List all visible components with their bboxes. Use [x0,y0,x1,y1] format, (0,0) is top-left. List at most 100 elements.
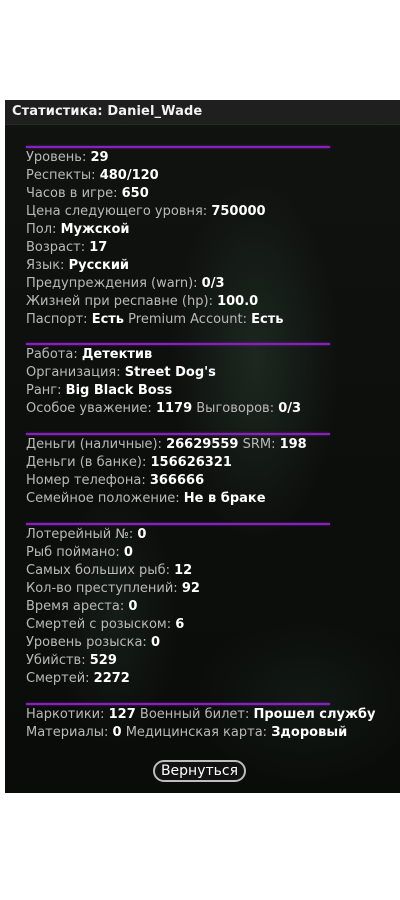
stat-row: Семейное положение: Не в браке [26,490,396,508]
stat-row: Деньги (наличные): 26629559 SRM: 198 [26,436,396,454]
stat-label: Рыб поймано: [26,545,124,560]
stat-row: Работа: Детектив [26,346,396,364]
stat-value: 198 [279,437,307,452]
stat-label: Самых больших рыб: [26,563,175,578]
stat-value: 750000 [211,204,266,219]
stat-row: Паспорт: Есть Premium Account: Есть [26,311,396,329]
dialog-title: Статистика: Daniel_Wade [12,104,203,119]
stat-row: Кол-во преступлений: 92 [26,580,396,598]
stat-value: 0 [128,599,138,614]
stat-label: Работа: [26,347,82,362]
stat-row: Уровень: 29 [26,149,396,167]
stat-value: 0 [150,635,160,650]
section-separator [26,703,330,705]
stat-label: Язык: [26,258,69,273]
stat-value: Есть [91,312,125,327]
stat-label: Часов в игре: [26,186,122,201]
stat-row: Респекты: 480/120 [26,167,396,185]
stat-value: Big Black Boss [65,383,173,398]
section-finances: Деньги (наличные): 26629559 SRM: 198 День… [26,436,396,508]
stat-value: Street Dog's [124,365,216,380]
stat-row: Смертей: 2272 [26,670,396,688]
stat-row: Деньги (в банке): 156626321 [26,454,396,472]
section-separator [26,523,330,525]
stats-dialog: Статистика: Daniel_Wade Уровень: 29 Респе… [5,100,400,793]
stat-label: Предупреждения (warn): [26,276,202,291]
stat-value: 6 [175,617,185,632]
stat-label: Наркотики: [26,707,109,722]
stat-label: Время ареста: [26,599,129,614]
stat-label: Уровень: [26,150,91,165]
stat-row: Номер телефона: 366666 [26,472,396,490]
section-activity: Лотерейный №: 0 Рыб поймано: 0 Самых больш… [26,526,396,688]
stat-label: Лотерейный №: [26,527,138,542]
stat-value: 1179 [155,401,193,416]
stat-label: Военный билет: [135,707,254,722]
stat-value: 480/120 [99,168,159,183]
back-button[interactable]: Вернуться [153,760,246,782]
stat-label: Выговоров: [192,401,279,416]
stat-row: Предупреждения (warn): 0/3 [26,275,396,293]
stat-row: Пол: Мужской [26,221,396,239]
stat-label: Паспорт: [26,312,92,327]
stat-value: Русский [68,258,130,273]
stat-value: 650 [121,186,149,201]
stat-label: Кол-во преступлений: [26,581,182,596]
stat-label: Убийств: [26,653,90,668]
stat-row: Уровень розыска: 0 [26,634,396,652]
stat-label: Ранг: [26,383,66,398]
stat-row: Самых больших рыб: 12 [26,562,396,580]
stat-label: Смертей с розыском: [26,617,176,632]
stat-value: 0 [137,527,147,542]
stat-value: Не в браке [183,491,266,506]
stat-label: Жизней при респавне (hp): [26,294,218,309]
stat-label: Семейное положение: [26,491,184,506]
stat-value: 0/3 [278,401,302,416]
stat-label: Материалы: [26,725,113,740]
section-character: Уровень: 29 Респекты: 480/120 Часов в игре… [26,149,396,329]
dialog-titlebar: Статистика: Daniel_Wade [5,100,400,125]
section-separator [26,433,330,435]
stat-value: 29 [90,150,109,165]
stat-label: Уровень розыска: [26,635,151,650]
stat-row: Ранг: Big Black Boss [26,382,396,400]
stat-value: 127 [108,707,136,722]
stat-row: Возраст: 17 [26,239,396,257]
stat-value: 156626321 [150,455,232,470]
stat-value: 17 [89,240,108,255]
section-separator [26,343,330,345]
stat-value: 92 [181,581,200,596]
stat-value: 0 [112,725,122,740]
stat-row: Смертей с розыском: 6 [26,616,396,634]
stat-label: Premium Account: [124,312,252,327]
stat-value: 100.0 [217,294,259,309]
stat-label: Номер телефона: [26,473,150,488]
stat-row: Жизней при респавне (hp): 100.0 [26,293,396,311]
stat-value: Детектив [81,347,153,362]
stat-value: 529 [89,653,117,668]
stat-value: 0/3 [201,276,225,291]
stat-row: Язык: Русский [26,257,396,275]
stat-label: Особое уважение: [26,401,156,416]
section-job: Работа: Детектив Организация: Street Dog'… [26,346,396,418]
stat-value: 366666 [149,473,205,488]
stat-value: 26629559 [166,437,239,452]
stat-label: SRM: [238,437,280,452]
stat-row: Время ареста: 0 [26,598,396,616]
stat-row: Наркотики: 127 Военный билет: Прошел слу… [26,706,396,724]
stat-value: Есть [251,312,284,327]
stat-value: 2272 [93,671,130,686]
stat-value: Прошел службу [253,707,376,722]
stat-label: Пол: [26,222,61,237]
stat-row: Материалы: 0 Медицинская карта: Здоровый [26,724,396,742]
stat-label: Респекты: [26,168,100,183]
stat-label: Организация: [26,365,125,380]
stat-value: 0 [123,545,133,560]
stat-label: Цена следующего уровня: [26,204,212,219]
section-separator [26,146,330,148]
stat-value: Мужской [60,222,130,237]
stat-label: Деньги (в банке): [26,455,151,470]
section-items: Наркотики: 127 Военный билет: Прошел слу… [26,706,396,742]
stat-value: 12 [174,563,193,578]
stat-label: Возраст: [26,240,90,255]
